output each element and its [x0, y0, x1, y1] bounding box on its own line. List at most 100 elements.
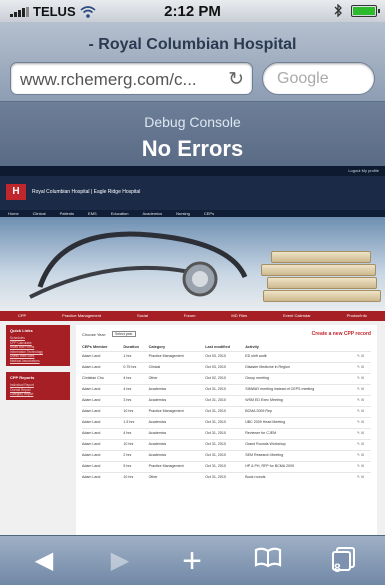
- hospital-logo[interactable]: H: [6, 184, 26, 200]
- table-cell: Adam Land: [82, 450, 124, 462]
- table-cell: Adam Land: [82, 351, 124, 363]
- table-cell: Oct 31, 2010: [205, 439, 246, 451]
- nav-item[interactable]: Home: [8, 210, 19, 217]
- delete-icon[interactable]: ☒: [361, 409, 364, 413]
- nav-item[interactable]: Nursing: [176, 210, 190, 217]
- row-actions: ✎ ☒: [357, 373, 371, 385]
- table-row: Adam Land 1.5 hrs Academics Oct 31, 2010 UBC…: [82, 417, 371, 429]
- table-cell: WSM ED Exec Meeting: [245, 395, 357, 407]
- delete-icon[interactable]: ☒: [361, 442, 364, 446]
- table-cell: ED shift audit: [245, 351, 357, 363]
- create-cpp-link[interactable]: Create a new CPP record: [312, 331, 371, 337]
- table-cell: Clinical: [148, 362, 206, 374]
- column-header[interactable]: Duration: [123, 343, 148, 352]
- section-nav-item[interactable]: MD Files: [231, 311, 247, 321]
- nav-item[interactable]: Education: [111, 210, 129, 217]
- status-time: 2:12 PM: [164, 3, 221, 20]
- top-links[interactable]: Logout My profile: [0, 166, 385, 176]
- cpp-reports-box: CPP Reports Individual Report Overall Re…: [6, 372, 70, 400]
- delete-icon[interactable]: ☒: [361, 398, 364, 402]
- table-cell: Other: [148, 373, 206, 385]
- debug-console[interactable]: Debug Console No Errors: [0, 102, 385, 166]
- table-cell: Practice Management: [148, 406, 206, 418]
- row-actions: ✎ ☒: [357, 428, 371, 440]
- search-placeholder: Google: [277, 70, 329, 87]
- reload-icon[interactable]: ↻: [228, 68, 244, 91]
- delete-icon[interactable]: ☒: [361, 475, 364, 479]
- column-header[interactable]: Activity: [245, 343, 357, 352]
- table-cell: 10 hrs: [123, 439, 149, 451]
- browser-toolbar: ◀ ▶ + 8: [0, 535, 385, 585]
- section-nav-item[interactable]: Event Calendar: [283, 311, 311, 321]
- row-actions: ✎ ☒: [357, 362, 371, 374]
- table-cell: Oct 03, 2010: [205, 351, 246, 363]
- table-cell: Academics: [148, 439, 206, 451]
- debug-console-title: Debug Console: [144, 114, 241, 130]
- row-actions: ✎ ☒: [357, 406, 371, 418]
- report-link[interactable]: Category Report: [10, 392, 66, 397]
- forward-button[interactable]: ▶: [100, 546, 140, 576]
- sidebar: Quick Links Schedules CPP Calculator Rul…: [0, 321, 76, 535]
- nav-item[interactable]: Academics: [143, 210, 163, 217]
- search-field[interactable]: Google: [262, 62, 375, 95]
- table-cell: SIMWAY meeting instead of CEPS meeting: [245, 384, 357, 396]
- section-nav-item[interactable]: CPP: [18, 311, 26, 321]
- table-cell: Oct 31, 2010: [205, 384, 246, 396]
- address-bar[interactable]: www.rchemerg.com/c... ↻: [10, 62, 253, 95]
- table-cell: Book rounds: [245, 472, 357, 484]
- pages-button[interactable]: 8: [324, 546, 364, 576]
- table-cell: Group meeting: [245, 373, 357, 385]
- table-cell: Academics: [148, 450, 206, 462]
- section-nav-item[interactable]: Practice Management: [62, 311, 101, 321]
- table-header-row: CEPs Member Duration Category Last modif…: [82, 343, 371, 352]
- delete-icon[interactable]: ☒: [361, 464, 364, 468]
- section-nav-item[interactable]: Photos/Info: [347, 311, 367, 321]
- table-cell: 4 hrs: [123, 384, 149, 396]
- delete-icon[interactable]: ☒: [361, 354, 364, 358]
- nav-item[interactable]: Clinical: [33, 210, 46, 217]
- delete-icon[interactable]: ☒: [361, 431, 364, 435]
- table-cell: Adam Land: [82, 406, 124, 418]
- quick-links-title: Quick Links: [10, 328, 33, 333]
- table-cell: Christian Cho: [82, 373, 124, 385]
- section-nav-item[interactable]: Forum: [184, 311, 196, 321]
- column-header[interactable]: Last modified: [205, 343, 245, 352]
- table-cell: 3 hrs: [123, 395, 149, 407]
- bookmarks-button[interactable]: [248, 546, 288, 576]
- web-content[interactable]: Logout My profile H Royal Columbian Hosp…: [0, 166, 385, 535]
- quick-link[interactable]: Medical Associations: [10, 359, 66, 364]
- back-arrow-icon: ◀: [34, 547, 54, 574]
- section-nav-item[interactable]: Social: [137, 311, 148, 321]
- add-bookmark-button[interactable]: +: [172, 544, 212, 578]
- delete-icon[interactable]: ☒: [361, 453, 364, 457]
- back-button[interactable]: ◀: [24, 546, 64, 576]
- table-cell: Adam Land: [82, 472, 124, 484]
- main-nav: Home Clinical Patients EMS Education Aca…: [0, 210, 385, 217]
- column-header[interactable]: CEPs Member: [82, 343, 123, 352]
- browser-chrome: - Royal Columbian Hospital www.rchemerg.…: [0, 22, 385, 102]
- table-cell: Grand Rounds Workshop: [245, 439, 357, 451]
- status-right-icons: [334, 4, 380, 17]
- table-cell: Oct 31, 2010: [205, 472, 246, 484]
- delete-icon[interactable]: ☒: [361, 387, 364, 391]
- delete-icon[interactable]: ☒: [361, 376, 364, 380]
- table-cell: 10 hrs: [123, 406, 149, 418]
- nav-item[interactable]: Patients: [60, 210, 74, 217]
- site-name: Royal Columbian Hospital | Eagle Ridge H…: [32, 189, 141, 195]
- table-cell: 5 hrs: [123, 461, 149, 473]
- delete-icon[interactable]: ☒: [361, 365, 364, 369]
- table-cell: Other: [148, 472, 206, 484]
- nav-item[interactable]: EMS: [88, 210, 97, 217]
- table-cell: Adam Land: [82, 384, 124, 396]
- delete-icon[interactable]: ☒: [361, 420, 364, 424]
- column-header[interactable]: Category: [149, 343, 206, 352]
- table-cell: Adam Land: [82, 461, 124, 473]
- table-cell: Oct 31, 2010: [205, 406, 246, 418]
- row-actions: ✎ ☒: [357, 384, 371, 396]
- row-actions: ✎ ☒: [357, 472, 371, 484]
- nav-item[interactable]: CEPs: [204, 210, 214, 217]
- choose-year-label: Choose Year:: [82, 331, 107, 337]
- table-cell: Adam Land: [82, 428, 124, 440]
- year-select[interactable]: Select year: [112, 331, 136, 337]
- table-row: Adam Land 10 hrs Practice Management Oct 31…: [82, 406, 371, 418]
